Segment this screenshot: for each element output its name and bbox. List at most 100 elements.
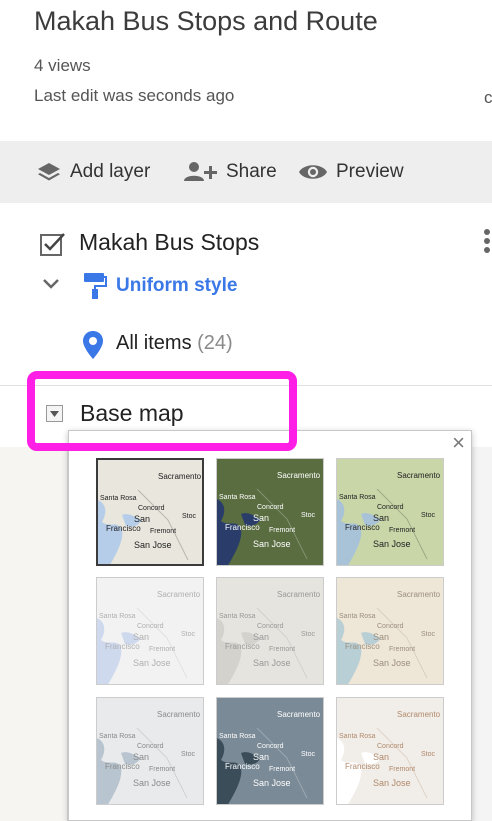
map-label-francisco: Francisco bbox=[345, 762, 380, 771]
map-label-san: San bbox=[373, 632, 390, 642]
map-title[interactable]: Makah Bus Stops and Route bbox=[34, 6, 378, 37]
map-label-stockton: Stoc bbox=[181, 631, 196, 638]
map-label-santa-rosa: Santa Rosa bbox=[219, 733, 256, 740]
highlight-box bbox=[27, 371, 297, 451]
map-label-francisco: Francisco bbox=[225, 762, 260, 771]
basemap-tile-whitewater[interactable]: Sacramento Santa Rosa Concord San Stoc Franci… bbox=[336, 697, 444, 805]
map-label-stockton: Stoc bbox=[301, 512, 316, 519]
map-label-francisco: Francisco bbox=[225, 523, 260, 532]
all-items-link[interactable]: All items (24) bbox=[116, 332, 233, 355]
map-label-san-jose: San Jose bbox=[134, 540, 172, 550]
map-label-santa-rosa: Santa Rosa bbox=[219, 494, 256, 501]
map-label-sacramento: Sacramento bbox=[397, 471, 441, 480]
layer-name[interactable]: Makah Bus Stops bbox=[79, 229, 259, 256]
map-label-santa-rosa: Santa Rosa bbox=[339, 613, 376, 620]
all-items-label: All items bbox=[116, 332, 192, 354]
map-label-sacramento: Sacramento bbox=[277, 590, 321, 599]
layer-options-icon[interactable] bbox=[484, 229, 492, 259]
uniform-style-link[interactable]: Uniform style bbox=[116, 275, 237, 297]
map-label-concord: Concord bbox=[257, 504, 284, 511]
basemap-tile-map[interactable]: Sacramento Santa Rosa Concord San Stoc Franci… bbox=[96, 458, 204, 566]
eye-icon bbox=[299, 165, 327, 179]
map-label-san: San bbox=[373, 513, 390, 523]
map-canvas-edge-right[interactable] bbox=[470, 447, 492, 821]
paint-roller-icon[interactable] bbox=[83, 272, 107, 300]
add-person-icon bbox=[184, 162, 217, 181]
map-label-santa-rosa: Santa Rosa bbox=[219, 613, 256, 620]
map-label-san-jose: San Jose bbox=[373, 658, 411, 668]
map-label-fremont: Fremont bbox=[269, 646, 296, 653]
map-label-santa-rosa: Santa Rosa bbox=[339, 494, 376, 501]
map-canvas-edge[interactable] bbox=[0, 447, 68, 821]
map-label-francisco: Francisco bbox=[345, 642, 380, 651]
map-label-stockton: Stoc bbox=[301, 631, 316, 638]
cut-off-text: c bbox=[484, 88, 492, 107]
layer-toolbar: Add layer Share Preview bbox=[0, 141, 492, 203]
map-label-santa-rosa: Santa Rosa bbox=[100, 495, 137, 502]
map-label-stockton: Stoc bbox=[421, 512, 436, 519]
map-label-san-jose: San Jose bbox=[133, 658, 171, 668]
map-label-san: San bbox=[134, 514, 151, 524]
map-label-san: San bbox=[253, 752, 270, 762]
map-label-santa-rosa: Santa Rosa bbox=[339, 733, 376, 740]
map-label-stockton: Stoc bbox=[181, 751, 196, 758]
map-label-concord: Concord bbox=[138, 505, 165, 512]
map-label-concord: Concord bbox=[257, 743, 284, 750]
basemap-tile-light-political[interactable]: Sacramento Santa Rosa Concord San Stoc Franci… bbox=[96, 577, 204, 685]
map-label-sacramento: Sacramento bbox=[397, 710, 441, 719]
basemap-tile-simple-atlas[interactable]: Sacramento Santa Rosa Concord San Stoc Franci… bbox=[336, 577, 444, 685]
map-label-san-jose: San Jose bbox=[253, 778, 291, 788]
map-label-san: San bbox=[133, 752, 150, 762]
share-button[interactable]: Share bbox=[182, 141, 277, 203]
map-label-santa-rosa: Santa Rosa bbox=[99, 733, 136, 740]
basemap-picker: × Sacramento Santa Rosa Concord San Stoc Fran… bbox=[68, 430, 472, 821]
map-label-fremont: Fremont bbox=[389, 766, 416, 773]
map-label-san: San bbox=[133, 632, 150, 642]
item-count: (24) bbox=[197, 332, 233, 354]
map-label-san-jose: San Jose bbox=[253, 539, 291, 549]
map-label-sacramento: Sacramento bbox=[158, 472, 202, 481]
map-label-san-jose: San Jose bbox=[253, 658, 291, 668]
share-label: Share bbox=[226, 161, 277, 182]
map-label-fremont: Fremont bbox=[269, 766, 296, 773]
add-layer-label: Add layer bbox=[70, 161, 151, 182]
basemap-tile-dark-landmass[interactable]: Sacramento Santa Rosa Concord San Stoc Franci… bbox=[216, 697, 324, 805]
map-label-san: San bbox=[253, 632, 270, 642]
preview-label: Preview bbox=[336, 161, 404, 182]
preview-button[interactable]: Preview bbox=[298, 141, 404, 203]
map-label-sacramento: Sacramento bbox=[157, 590, 201, 599]
map-label-san-jose: San Jose bbox=[373, 778, 411, 788]
basemap-tile-light-landmass[interactable]: Sacramento Santa Rosa Concord San Stoc Franci… bbox=[96, 697, 204, 805]
map-label-fremont: Fremont bbox=[389, 646, 416, 653]
layer-checkbox[interactable] bbox=[40, 232, 66, 256]
map-label-san-jose: San Jose bbox=[133, 778, 171, 788]
map-label-fremont: Fremont bbox=[269, 527, 296, 534]
map-label-francisco: Francisco bbox=[106, 524, 141, 533]
map-label-concord: Concord bbox=[377, 504, 404, 511]
map-label-concord: Concord bbox=[137, 743, 164, 750]
map-label-sacramento: Sacramento bbox=[277, 471, 321, 480]
map-label-francisco: Francisco bbox=[345, 523, 380, 532]
map-label-concord: Concord bbox=[137, 623, 164, 630]
map-label-stockton: Stoc bbox=[301, 751, 316, 758]
last-edit-status: Last edit was seconds ago bbox=[34, 86, 235, 105]
basemap-tile-mono-city[interactable]: Sacramento Santa Rosa Concord San Stoc Franci… bbox=[216, 577, 324, 685]
map-label-sacramento: Sacramento bbox=[397, 590, 441, 599]
chevron-down-icon[interactable] bbox=[42, 278, 60, 290]
map-label-stockton: Stoc bbox=[182, 513, 197, 520]
basemap-tile-terrain[interactable]: Sacramento Santa Rosa Concord San Stoc Franci… bbox=[336, 458, 444, 566]
map-label-concord: Concord bbox=[377, 623, 404, 630]
add-layer-button[interactable]: Add layer bbox=[36, 141, 150, 203]
map-label-stockton: Stoc bbox=[421, 751, 436, 758]
map-label-francisco: Francisco bbox=[105, 642, 140, 651]
view-count: 4 views bbox=[34, 56, 91, 75]
close-icon[interactable]: × bbox=[452, 431, 465, 455]
map-label-fremont: Fremont bbox=[150, 528, 177, 535]
map-label-fremont: Fremont bbox=[149, 766, 176, 773]
layers-icon bbox=[38, 163, 60, 181]
basemap-tile-satellite[interactable]: Sacramento Santa Rosa Concord San Stoc Franci… bbox=[216, 458, 324, 566]
map-label-francisco: Francisco bbox=[225, 642, 260, 651]
map-label-sacramento: Sacramento bbox=[157, 710, 201, 719]
map-label-stockton: Stoc bbox=[421, 631, 436, 638]
map-label-san: San bbox=[253, 513, 270, 523]
